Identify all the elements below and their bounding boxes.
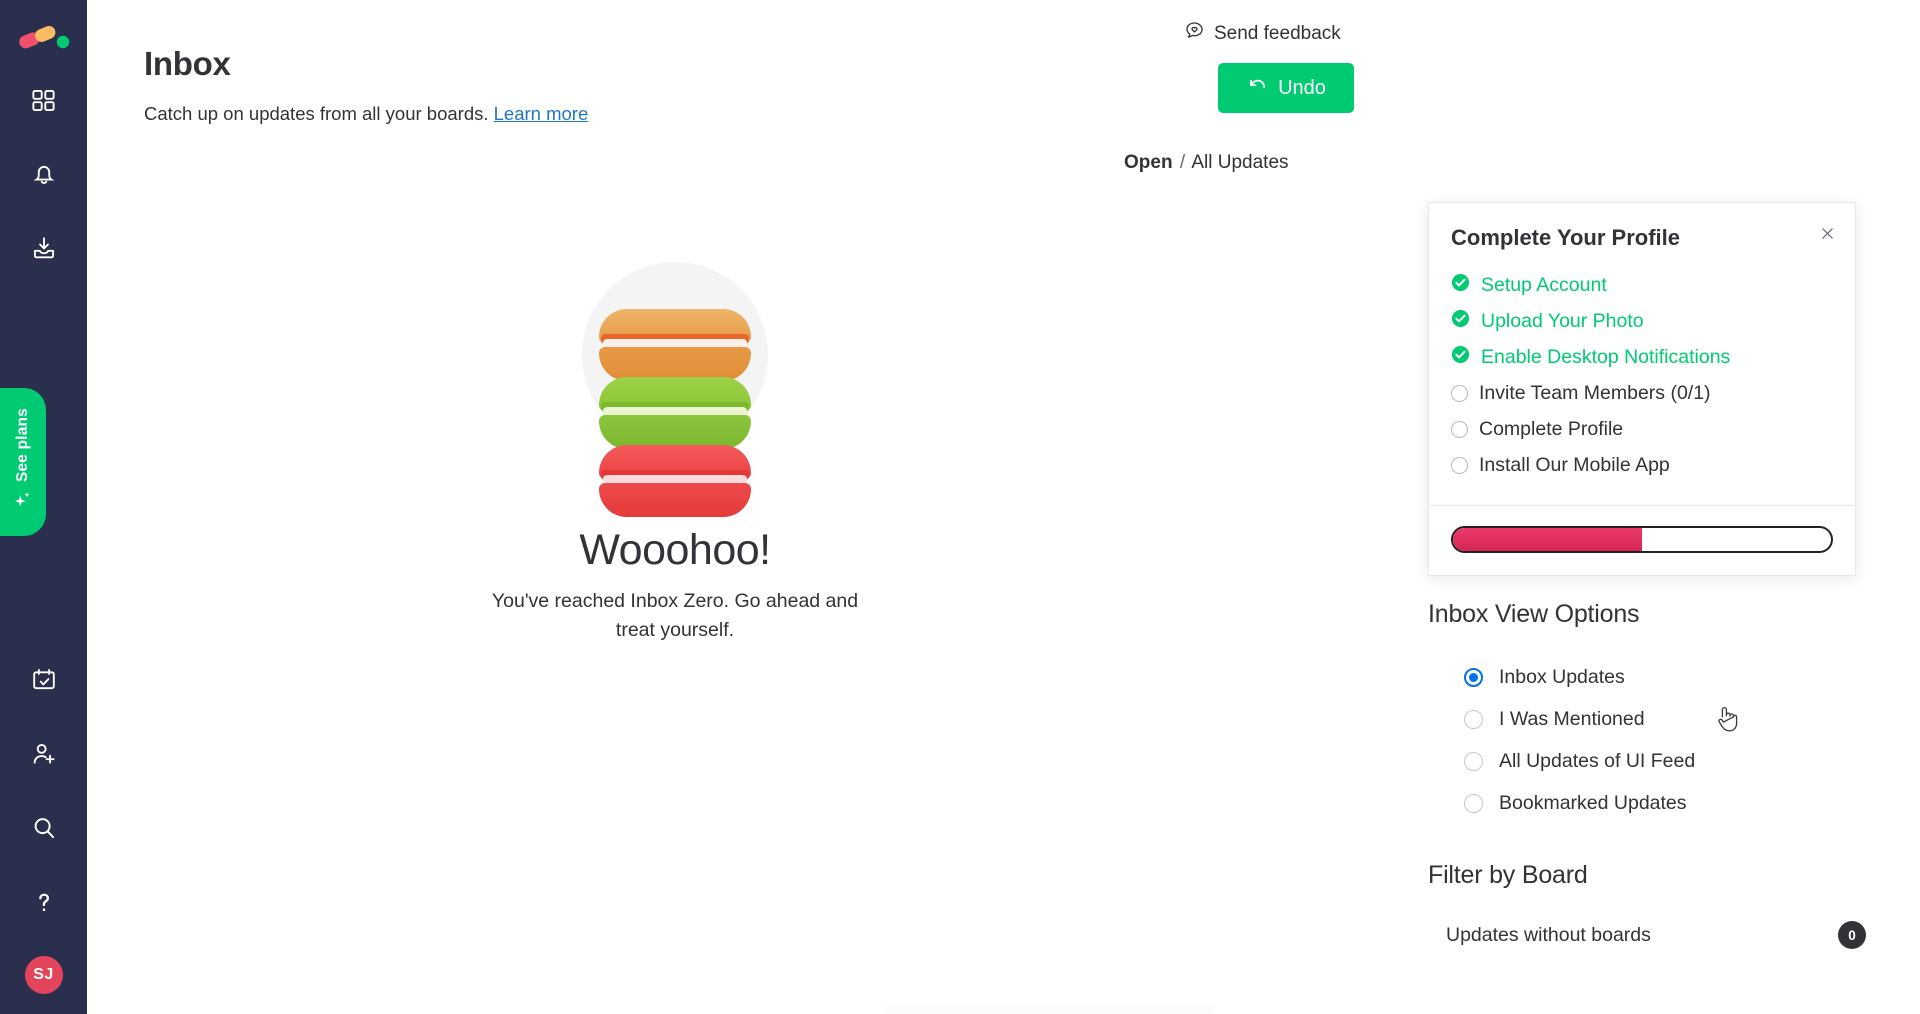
see-plans-button[interactable]: See plans xyxy=(0,388,46,536)
inbox-view-options-title: Inbox View Options xyxy=(1428,600,1640,628)
empty-state: Wooohoo! You've reached Inbox Zero. Go a… xyxy=(430,262,920,646)
complete-profile-card: Complete Your Profile Setup Account Uplo… xyxy=(1428,202,1856,576)
radio-inbox-updates[interactable]: Inbox Updates xyxy=(1464,656,1884,698)
checklist-item-label: Invite Team Members (0/1) xyxy=(1479,381,1711,404)
send-feedback-button[interactable]: Send feedback xyxy=(1184,20,1341,47)
invite-member-icon[interactable] xyxy=(22,732,66,776)
radio-label: I Was Mentioned xyxy=(1499,707,1645,730)
checklist-item-complete-profile[interactable]: Complete Profile xyxy=(1451,411,1829,447)
bell-notifications-icon[interactable] xyxy=(22,152,66,196)
checklist-item-setup-account[interactable]: Setup Account xyxy=(1451,267,1829,303)
orange-macaron xyxy=(599,309,751,381)
radio-all-updates-of-ui-feed[interactable]: All Updates of UI Feed xyxy=(1464,740,1884,782)
bottom-edge-sliver xyxy=(884,1004,1214,1014)
radio-label: Inbox Updates xyxy=(1499,665,1625,688)
inbox-tray-icon[interactable] xyxy=(22,226,66,270)
board-name: Updates without boards xyxy=(1446,923,1651,946)
checklist-item-install-mobile-app[interactable]: Install Our Mobile App xyxy=(1451,447,1829,483)
red-macaron xyxy=(599,445,751,517)
checklist-item-label: Setup Account xyxy=(1481,273,1607,296)
page-subtitle: Catch up on updates from all your boards… xyxy=(144,103,588,125)
search-icon[interactable] xyxy=(22,806,66,850)
profile-progress-fill xyxy=(1453,528,1642,551)
checklist-item-label: Complete Profile xyxy=(1479,417,1624,440)
monday-logo[interactable] xyxy=(17,18,71,52)
profile-progress-row xyxy=(1429,505,1855,575)
breadcrumb-separator: / xyxy=(1179,152,1186,173)
radio-button-icon xyxy=(1464,751,1483,771)
macaron-stack xyxy=(599,309,751,517)
checklist-item-invite-team-members[interactable]: Invite Team Members (0/1) xyxy=(1451,375,1829,411)
breadcrumb: Open / All Updates xyxy=(1124,152,1289,174)
profile-card-title: Complete Your Profile xyxy=(1451,225,1681,250)
board-count-badge: 0 xyxy=(1838,921,1866,949)
check-circle-icon xyxy=(1451,345,1470,369)
breadcrumb-parent[interactable]: All Updates xyxy=(1191,152,1288,173)
checklist-item-label: Enable Desktop Notifications xyxy=(1481,345,1731,368)
heart-speech-bubble-icon xyxy=(1184,20,1205,47)
checklist-item-label: Install Our Mobile App xyxy=(1479,453,1670,476)
stacked-macarons-illustration xyxy=(430,262,920,517)
home-grid-icon[interactable] xyxy=(22,78,66,122)
undo-label: Undo xyxy=(1278,76,1326,99)
breadcrumb-current[interactable]: Open xyxy=(1124,152,1173,173)
radio-bookmarked-updates[interactable]: Bookmarked Updates xyxy=(1464,782,1884,824)
undo-arrow-icon xyxy=(1246,74,1268,102)
checklist-item-upload-photo[interactable]: Upload Your Photo xyxy=(1451,303,1829,339)
empty-circle-icon xyxy=(1451,384,1468,402)
empty-state-message: You've reached Inbox Zero. Go ahead and … xyxy=(491,590,859,642)
profile-card-body: Complete Your Profile Setup Account Uplo… xyxy=(1429,203,1855,505)
send-feedback-label: Send feedback xyxy=(1214,22,1341,44)
page-subtitle-text: Catch up on updates from all your boards… xyxy=(144,103,489,124)
radio-i-was-mentioned[interactable]: I Was Mentioned xyxy=(1464,698,1884,740)
profile-progress-bar xyxy=(1451,526,1833,553)
board-row-updates-without-boards[interactable]: Updates without boards 0 xyxy=(1446,915,1866,955)
empty-circle-icon xyxy=(1451,420,1468,438)
check-circle-icon xyxy=(1451,273,1470,297)
empty-circle-icon xyxy=(1451,456,1468,474)
radio-button-icon xyxy=(1464,793,1483,813)
sparkles-icon xyxy=(12,489,34,516)
learn-more-link[interactable]: Learn more xyxy=(494,103,589,124)
close-icon[interactable] xyxy=(1815,221,1839,245)
empty-state-title: Wooohoo! xyxy=(579,526,771,574)
checklist-item-desktop-notifications[interactable]: Enable Desktop Notifications xyxy=(1451,339,1829,375)
undo-button[interactable]: Undo xyxy=(1218,63,1354,113)
help-question-icon[interactable] xyxy=(22,880,66,924)
inbox-view-options-group: Inbox Updates I Was Mentioned All Update… xyxy=(1464,656,1884,824)
right-rail: Complete Your Profile Setup Account Uplo… xyxy=(1428,0,1920,1014)
page-title: Inbox xyxy=(144,45,231,82)
left-sidebar: See plans SJ xyxy=(0,0,87,1014)
radio-button-icon xyxy=(1464,709,1483,729)
sidebar-top-nav xyxy=(22,78,66,270)
filter-by-board-title: Filter by Board xyxy=(1428,861,1588,889)
green-macaron xyxy=(599,377,751,449)
app-root: See plans SJ Inbox Catch up on updates f… xyxy=(0,0,1920,1014)
calendar-check-icon[interactable] xyxy=(22,658,66,702)
check-circle-icon xyxy=(1451,309,1470,333)
user-avatar[interactable]: SJ xyxy=(22,954,65,996)
see-plans-label: See plans xyxy=(14,408,32,483)
radio-label: All Updates of UI Feed xyxy=(1499,749,1696,772)
radio-label: Bookmarked Updates xyxy=(1499,791,1687,814)
sidebar-bottom-nav: SJ xyxy=(0,658,87,996)
checklist-item-label: Upload Your Photo xyxy=(1481,309,1644,332)
radio-button-icon xyxy=(1464,667,1483,687)
